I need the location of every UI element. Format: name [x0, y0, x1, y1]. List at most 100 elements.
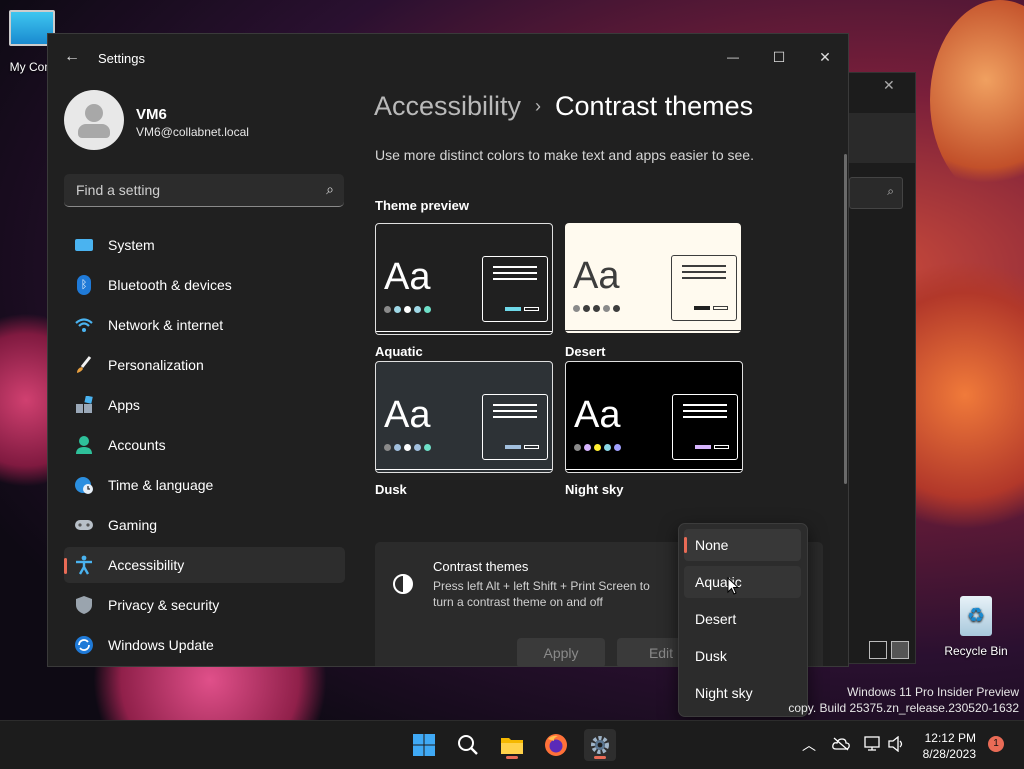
wifi-icon — [74, 315, 94, 335]
sidebar-item-network[interactable]: Network & internet — [64, 307, 345, 343]
accessibility-icon — [74, 555, 94, 575]
clock-time: 12:12 PM — [924, 731, 976, 745]
page-title: Contrast themes — [555, 91, 754, 121]
setting-description: Press left Alt + left Shift + Print Scre… — [433, 579, 650, 609]
selection-indicator — [684, 537, 687, 553]
volume-icon[interactable] — [888, 736, 906, 752]
theme-window-sample — [482, 256, 548, 322]
minimize-button[interactable]: — — [720, 44, 746, 70]
theme-window-sample — [672, 394, 738, 460]
dropdown-option-desert[interactable]: Desert — [684, 603, 801, 635]
breadcrumb: Accessibility › Contrast themes — [374, 91, 753, 122]
scrollbar[interactable] — [844, 154, 847, 484]
avatar[interactable] — [64, 90, 124, 150]
clock-date: 8/28/2023 — [922, 747, 976, 761]
option-label: Night sky — [695, 685, 753, 701]
dropdown-option-aquatic[interactable]: Aquatic — [684, 566, 801, 598]
taskbar-settings[interactable] — [584, 729, 616, 761]
contrast-theme-dropdown[interactable]: None Aquatic Desert Dusk Night sky — [678, 523, 808, 717]
contrast-icon — [393, 574, 413, 594]
option-label: Dusk — [695, 648, 727, 664]
theme-color-dots — [384, 444, 431, 451]
mouse-cursor-icon — [727, 577, 739, 595]
selection-indicator — [64, 558, 67, 574]
theme-sample-text: Aa — [384, 394, 431, 436]
background-window-search[interactable]: ⌕ — [849, 177, 903, 209]
sidebar-item-label: Accounts — [108, 437, 166, 453]
taskbar-firefox[interactable] — [540, 729, 572, 761]
theme-name: Night sky — [565, 482, 624, 497]
sidebar-item-label: Time & language — [108, 477, 214, 493]
sidebar-item-apps[interactable]: Apps — [64, 387, 345, 423]
sidebar-item-privacy[interactable]: Privacy & security — [64, 587, 345, 623]
sidebar-item-label: Personalization — [108, 357, 204, 373]
person-icon-body — [78, 124, 110, 138]
theme-preview-dusk[interactable]: Aa — [375, 361, 553, 473]
start-button[interactable] — [408, 729, 440, 761]
settings-icon — [591, 736, 609, 754]
theme-preview-desert[interactable]: Aa — [565, 223, 741, 333]
firefox-icon — [545, 734, 567, 756]
theme-preview-night-sky[interactable]: Aa — [565, 361, 743, 473]
background-window-toolbar — [849, 113, 915, 163]
sidebar-item-bluetooth[interactable]: ᛒ Bluetooth & devices — [64, 267, 345, 303]
sidebar-item-personalization[interactable]: Personalization — [64, 347, 345, 383]
theme-name: Aquatic — [375, 344, 423, 359]
sidebar-item-accessibility[interactable]: Accessibility — [64, 547, 345, 583]
sidebar-item-time-language[interactable]: Time & language — [64, 467, 345, 503]
dropdown-option-dusk[interactable]: Dusk — [684, 640, 801, 672]
theme-preview-aquatic[interactable]: Aa — [375, 223, 553, 335]
desktop-icon-recycle-bin[interactable]: ♻ Recycle Bin — [940, 596, 1012, 658]
shield-icon — [74, 595, 94, 615]
user-name: VM6 — [136, 106, 167, 123]
search-input[interactable] — [74, 174, 308, 206]
sidebar-item-system[interactable]: System — [64, 227, 345, 263]
onedrive-offline-icon[interactable] — [832, 737, 850, 751]
theme-sample-text: Aa — [573, 255, 620, 297]
search-icon[interactable]: ⌕ — [326, 181, 334, 198]
chevron-up-icon[interactable]: ︿ — [802, 735, 816, 755]
dropdown-option-night-sky[interactable]: Night sky — [684, 677, 801, 709]
notification-badge[interactable]: 1 — [988, 736, 1004, 752]
chevron-right-icon: › — [535, 96, 542, 116]
person-icon — [85, 104, 103, 122]
dropdown-option-none[interactable]: None — [684, 529, 801, 561]
search-box[interactable]: ⌕ — [64, 174, 344, 207]
maximize-button[interactable]: ☐ — [766, 44, 792, 70]
back-arrow-icon[interactable]: ← — [64, 48, 84, 68]
running-indicator — [594, 756, 606, 759]
apply-button[interactable]: Apply — [517, 638, 605, 666]
view-toggle-icon[interactable] — [869, 641, 887, 659]
sidebar-nav: System ᛒ Bluetooth & devices Network & i… — [64, 227, 345, 666]
sidebar-item-label: Network & internet — [108, 317, 224, 333]
network-icon[interactable] — [864, 736, 882, 752]
sidebar-item-windows-update[interactable]: Windows Update — [64, 627, 345, 663]
sidebar-item-accounts[interactable]: Accounts — [64, 427, 345, 463]
windows-logo-icon — [413, 734, 435, 756]
monitor-icon — [74, 235, 94, 255]
theme-accent-bar — [376, 467, 552, 472]
theme-accent-bar — [376, 329, 552, 334]
build-watermark-line2: copy. Build 25375.zn_release.230520-1632 — [788, 701, 1019, 715]
option-label: Desert — [695, 611, 737, 627]
sidebar-item-label: Accessibility — [108, 557, 185, 573]
apps-icon — [74, 395, 94, 415]
setting-title: Contrast themes — [433, 559, 529, 574]
theme-accent-bar — [566, 467, 742, 472]
taskbar-file-explorer[interactable] — [496, 729, 528, 761]
taskbar-search-button[interactable] — [452, 729, 484, 761]
close-button[interactable]: ✕ — [812, 44, 838, 70]
close-icon[interactable]: ✕ — [883, 77, 895, 94]
theme-window-sample — [671, 255, 737, 321]
view-toggle-icon[interactable] — [891, 641, 909, 659]
breadcrumb-parent[interactable]: Accessibility — [374, 91, 521, 121]
search-icon: ⌕ — [887, 184, 894, 198]
sidebar-item-label: Apps — [108, 397, 140, 413]
theme-accent-bar — [565, 328, 741, 333]
theme-sample-text: Aa — [384, 256, 431, 298]
globe-clock-icon — [74, 475, 94, 495]
window-title: Settings — [98, 51, 145, 66]
sidebar-item-gaming[interactable]: Gaming — [64, 507, 345, 543]
file-explorer-icon — [501, 738, 523, 754]
taskbar-clock[interactable]: 12:12 PM 8/28/2023 — [912, 730, 976, 762]
